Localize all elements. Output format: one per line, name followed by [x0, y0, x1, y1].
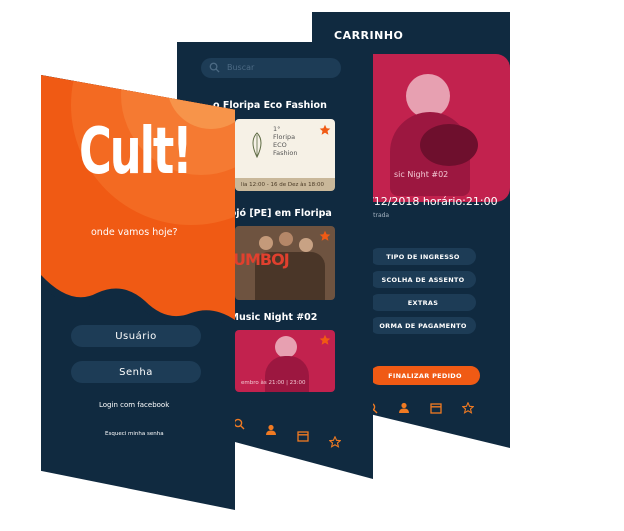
username-field[interactable]: Usuário	[71, 325, 201, 347]
orange-wave-background	[41, 75, 235, 335]
star-icon[interactable]	[329, 436, 341, 448]
user-icon[interactable]	[398, 402, 410, 414]
finish-order-button[interactable]: FINALIZAR PEDIDO	[370, 366, 480, 385]
poster-text: UMBOJ	[235, 250, 290, 269]
leaf-icon	[252, 132, 262, 159]
event-date-time: /12/2018 horário:21:00	[370, 195, 498, 208]
poster-line: 1°	[273, 125, 281, 133]
user-icon[interactable]	[265, 424, 277, 436]
favorite-star-icon[interactable]	[319, 334, 331, 346]
event-date-info: embro às 21:00 | 23:00	[241, 379, 306, 386]
seat-choice-option[interactable]: SCOLHA DE ASSENTO	[370, 271, 476, 288]
poster-line: Floripa	[273, 133, 296, 141]
extras-option[interactable]: EXTRAS	[370, 294, 476, 311]
cult-logo: Cult!	[79, 115, 193, 189]
event-card-music-night[interactable]: embro às 21:00 | 23:00	[235, 330, 335, 392]
favorite-star-icon[interactable]	[319, 124, 331, 136]
search-icon	[209, 62, 220, 73]
calendar-icon[interactable]	[430, 402, 442, 414]
poster-line: Fashion	[273, 149, 298, 157]
star-icon[interactable]	[462, 402, 474, 414]
lute-shape	[420, 124, 478, 166]
favorite-star-icon[interactable]	[319, 230, 331, 242]
search-bar[interactable]: Buscar	[201, 58, 341, 78]
event-poster: 1° Floripa ECO Fashion	[235, 119, 335, 178]
tagline: onde vamos hoje?	[91, 227, 178, 238]
event-card-mombojo[interactable]: UMBOJ	[235, 226, 335, 300]
payment-method-option[interactable]: ORMA DE PAGAMENTO	[370, 317, 476, 334]
event-image-caption: sic Night #02	[394, 170, 449, 179]
forgot-password-link[interactable]: Esqueci minha senha	[105, 431, 164, 437]
poster-line: ECO	[273, 141, 287, 149]
facebook-login-link[interactable]: Login com facebook	[99, 401, 169, 409]
login-screen: Cult! onde vamos hoje? Usuário Senha Log…	[41, 75, 235, 510]
event-card-eco-fashion[interactable]: 1° Floripa ECO Fashion lia 12:00 - 16 de…	[235, 119, 335, 191]
cart-title: CARRINHO	[334, 29, 404, 42]
event-date-info: lia 12:00 - 16 de Dez às 18:00	[235, 178, 335, 191]
calendar-icon[interactable]	[297, 430, 309, 442]
password-field[interactable]: Senha	[71, 361, 201, 383]
search-placeholder: Buscar	[227, 63, 255, 72]
ticket-type-option[interactable]: TIPO DE INGRESSO	[370, 248, 476, 265]
event-poster: UMBOJ	[235, 226, 335, 300]
